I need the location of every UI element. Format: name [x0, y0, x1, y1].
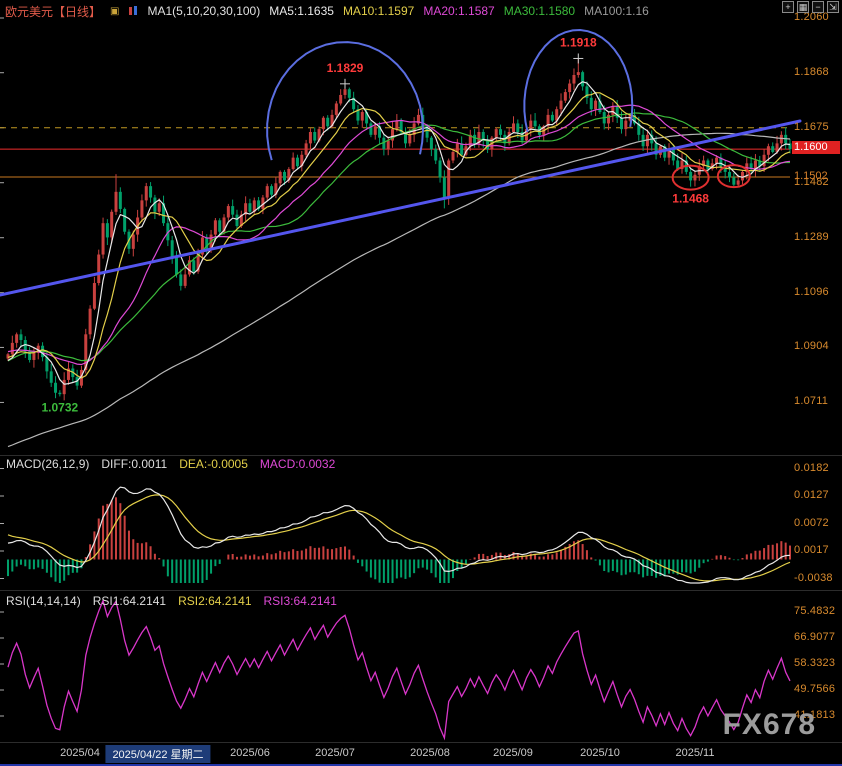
- macd-axis-label: 0.0072: [794, 517, 829, 529]
- ma-legend-item: MA5:1.1635: [269, 4, 334, 18]
- instrument-badge-icon[interactable]: ▣: [110, 6, 119, 17]
- time-axis-label: 2025/09: [493, 747, 533, 759]
- price-axis-label: 1.1289: [794, 231, 829, 243]
- macd-axis-label: 0.0127: [794, 489, 829, 501]
- top-circle-annotation: [267, 42, 423, 160]
- rsi-header: RSI(14,14,14) RSI1:64.2141 RSI2:64.2141 …: [6, 594, 337, 608]
- time-axis-label: 2025/08: [410, 747, 450, 759]
- ma-legend-item: MA100:1.16: [584, 4, 649, 18]
- ma-legend-item: MA20:1.1587: [423, 4, 494, 18]
- chart-canvas[interactable]: 1.1829 1.1918 1.1468 1.0732: [0, 0, 842, 766]
- time-axis-label: 2025/06: [230, 747, 270, 759]
- ma-legend: MA5:1.1635 MA10:1.1597 MA20:1.1587 MA30:1.1…: [269, 4, 649, 18]
- rsi-axis-label: 49.7566: [794, 683, 835, 695]
- time-axis-label: 2025/11: [676, 747, 715, 759]
- rsi1-value: RSI1:64.2141: [93, 594, 166, 608]
- current-price-tag: 1.1600: [792, 141, 840, 154]
- price-axis-label: 1.0904: [794, 340, 829, 352]
- ma-legend-item: MA10:1.1597: [343, 4, 414, 18]
- macd-header: MACD(26,12,9) DIFF:0.0011 DEA:-0.0005 MA…: [6, 457, 335, 471]
- price-axis-label: 1.1868: [794, 66, 829, 78]
- macd-dea-value: DEA:-0.0005: [179, 457, 248, 471]
- macd-value: MACD:0.0032: [260, 457, 335, 471]
- support-price-label: 1.1502: [794, 170, 828, 182]
- zoom-in-icon[interactable]: +: [782, 1, 794, 13]
- annotation-1.0732: 1.0732: [41, 400, 78, 414]
- fullscreen-icon[interactable]: ⇲: [827, 1, 839, 13]
- macd-axis-label: -0.0038: [794, 572, 833, 584]
- price-axis-label: 1.0711: [794, 395, 828, 407]
- rsi-params-label[interactable]: RSI(14,14,14): [6, 594, 81, 608]
- rsi-axis-label: 58.3323: [794, 657, 835, 669]
- time-axis-label: 2025/07: [315, 747, 355, 759]
- instrument-title[interactable]: 欧元美元【日线】: [5, 3, 101, 20]
- rsi2-value: RSI2:64.2141: [178, 594, 251, 608]
- macd-params-label[interactable]: MACD(26,12,9): [6, 457, 89, 471]
- zoom-out-icon[interactable]: −: [812, 1, 824, 13]
- annotation-1.1918: 1.1918: [560, 35, 597, 49]
- ma-legend-item: MA30:1.1580: [504, 4, 575, 18]
- rsi-axis-label: 75.4832: [794, 605, 835, 617]
- chart-type-icon[interactable]: ▦: [797, 1, 809, 13]
- candlestick-icon: [128, 5, 138, 17]
- annotation-1.1829: 1.1829: [327, 61, 364, 75]
- macd-axis-label: 0.0017: [794, 544, 829, 556]
- annotation-1.1468: 1.1468: [672, 192, 709, 206]
- price-axis-label: 1.1675: [794, 121, 829, 133]
- time-axis-label: 2025/04: [60, 747, 100, 759]
- toolbar: +▦−⇲: [782, 1, 839, 13]
- chart-header: 欧元美元【日线】 ▣ MA1(5,10,20,30,100) MA5:1.163…: [0, 0, 842, 20]
- ma-settings-label[interactable]: MA1(5,10,20,30,100): [147, 4, 260, 18]
- macd-axis-label: 0.0182: [794, 462, 829, 474]
- rsi3-value: RSI3:64.2141: [264, 594, 337, 608]
- fx678-watermark: FX678: [723, 708, 816, 742]
- time-axis-label: 2025/10: [580, 747, 620, 759]
- rsi-axis-label: 66.9077: [794, 631, 835, 643]
- macd-diff-value: DIFF:0.0011: [101, 457, 167, 471]
- trading-chart-app: 1.1829 1.1918 1.1468 1.0732 欧元美元【日线】 ▣ MA1(…: [0, 0, 842, 766]
- price-axis-label: 1.1096: [794, 286, 829, 298]
- selected-date-label: 2025/04/22 星期二: [105, 745, 210, 763]
